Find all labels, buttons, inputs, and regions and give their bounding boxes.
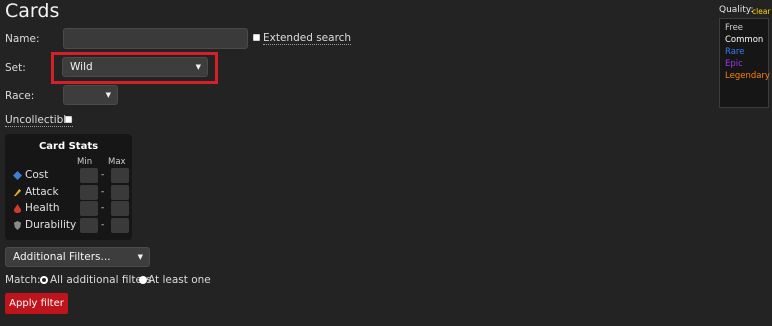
durability-min-input[interactable] [80,218,98,233]
shield-icon [13,221,22,230]
cost-min-input[interactable] [80,168,98,183]
match-all-label[interactable]: All additional filters [50,274,152,286]
durability-label: Durability [25,219,77,231]
chevron-down-icon: ▼ [195,63,201,71]
attack-dash: - [101,187,105,197]
extended-search-checkbox[interactable] [253,34,260,41]
page-title: Cards [5,0,60,22]
match-one-radio[interactable] [139,276,147,284]
uncollectible-label[interactable]: Uncollectible [5,114,73,127]
name-label: Name: [5,33,40,45]
apply-filter-button[interactable]: Apply filter [5,293,68,314]
quality-list: Free Common Rare Epic Legendary [719,18,770,108]
name-input[interactable] [63,28,248,49]
mana-crystal-icon [13,171,22,180]
cost-dash: - [101,170,105,180]
cost-label: Cost [25,169,49,181]
match-label: Match: [5,274,41,286]
quality-free[interactable]: Free [725,23,743,33]
match-all-radio[interactable] [40,276,48,284]
attack-label: Attack [25,186,59,198]
set-select-value: Wild [70,61,93,73]
uncollectible-checkbox[interactable] [65,116,72,123]
quality-common[interactable]: Common [725,35,763,45]
attack-min-input[interactable] [80,185,98,200]
quality-legendary[interactable]: Legendary [725,71,770,81]
quality-epic[interactable]: Epic [725,59,743,69]
race-select[interactable]: ▼ [63,85,118,105]
durability-dash: - [101,220,105,230]
quality-label: Quality: [719,5,754,15]
quality-rare[interactable]: Rare [725,47,744,57]
card-stats-panel: Card Stats Min Max Cost - Attack - Healt… [5,134,132,240]
sword-icon [13,188,22,197]
set-select[interactable]: Wild ▼ [62,57,208,77]
chevron-down-icon: ▼ [137,253,143,261]
set-label: Set: [5,62,26,74]
additional-filters-select[interactable]: Additional Filters... ▼ [5,247,150,267]
max-header: Max [108,157,126,167]
blood-drop-icon [13,204,22,213]
cost-max-input[interactable] [111,168,129,183]
health-dash: - [101,203,105,213]
chevron-down-icon: ▼ [105,91,111,99]
extended-search-label[interactable]: Extended search [263,32,352,45]
quality-clear-link[interactable]: clear [752,7,771,16]
health-label: Health [25,202,60,214]
card-stats-title: Card Stats [38,141,99,152]
additional-filters-label: Additional Filters... [13,251,111,263]
min-header: Min [77,157,93,167]
match-one-label[interactable]: At least one [148,274,211,286]
health-max-input[interactable] [111,201,129,216]
health-min-input[interactable] [80,201,98,216]
race-label: Race: [5,90,35,102]
attack-max-input[interactable] [111,185,129,200]
durability-max-input[interactable] [111,218,129,233]
